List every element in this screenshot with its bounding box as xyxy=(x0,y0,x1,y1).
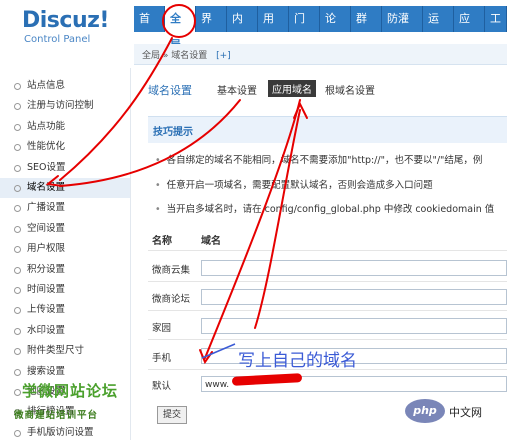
php-cn-label: 中文网 xyxy=(449,406,482,419)
annotation-note: 写上自己的域名 xyxy=(238,351,357,371)
php-logo-icon: php xyxy=(405,399,445,423)
arrow-head xyxy=(45,175,63,187)
annotation-arrow xyxy=(59,37,173,181)
annotation-arrow xyxy=(59,99,241,187)
annotation-arrow xyxy=(254,109,301,329)
watermark-title: 学微网站论坛 xyxy=(22,382,119,400)
annotation-circle xyxy=(162,4,196,38)
annotation-arrow xyxy=(204,99,301,359)
annotation-overlay xyxy=(45,4,308,365)
watermark-subtitle: 微商建站培训平台 xyxy=(14,410,99,421)
